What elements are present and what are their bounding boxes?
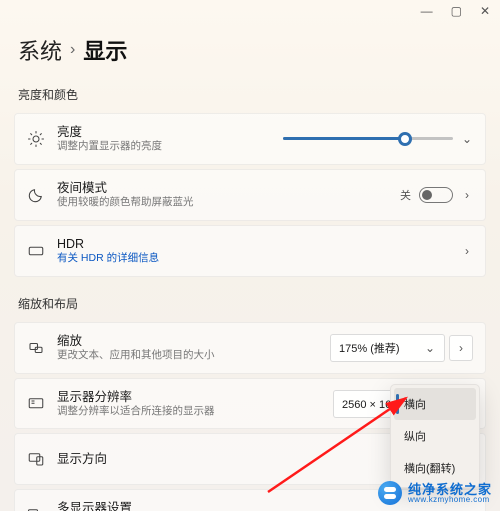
watermark-url: www.kzmyhome.com — [408, 496, 492, 504]
night-light-label: 夜间模式 — [57, 180, 388, 196]
orientation-dropdown: 横向 纵向 横向(翻转) — [390, 384, 480, 488]
row-hdr[interactable]: HDR 有关 HDR 的详细信息 › — [14, 225, 486, 277]
scale-icon — [27, 339, 45, 357]
close-button[interactable]: ✕ — [480, 4, 490, 18]
chevron-right-icon[interactable]: › — [461, 245, 473, 257]
scale-value: 175% (推荐) — [339, 340, 400, 356]
minimize-button[interactable]: — — [421, 4, 433, 18]
brightness-slider[interactable] — [283, 131, 453, 147]
multi-display-icon — [27, 506, 45, 511]
maximize-button[interactable]: ▢ — [451, 4, 462, 18]
hdr-link[interactable]: 有关 HDR 的详细信息 — [57, 252, 449, 266]
row-scale[interactable]: 缩放 更改文本、应用和其他项目的大小 175% (推荐) ⌄ › — [14, 322, 486, 374]
scale-label: 缩放 — [57, 333, 318, 349]
resolution-subtitle: 调整分辨率以适合所连接的显示器 — [57, 405, 321, 419]
page-title: 显示 — [83, 34, 127, 66]
orientation-option-landscape[interactable]: 横向 — [394, 388, 476, 420]
watermark-title: 纯净系统之家 — [408, 483, 492, 496]
resolution-label: 显示器分辨率 — [57, 389, 321, 405]
brightness-subtitle: 调整内置显示器的亮度 — [57, 140, 271, 154]
toggle-state-label: 关 — [400, 187, 411, 203]
hdr-label: HDR — [57, 236, 449, 252]
scale-subtitle: 更改文本、应用和其他项目的大小 — [57, 349, 318, 363]
chevron-right-icon: › — [70, 41, 75, 59]
night-light-icon — [27, 186, 45, 204]
chevron-down-icon: ⌄ — [424, 342, 436, 354]
night-light-toggle[interactable] — [419, 187, 453, 203]
night-light-subtitle: 使用较暖的颜色帮助屏蔽蓝光 — [57, 196, 388, 210]
breadcrumb-parent[interactable]: 系统 — [18, 34, 62, 66]
orientation-option-landscape-flipped[interactable]: 横向(翻转) — [394, 452, 476, 484]
hdr-icon — [27, 242, 45, 260]
brightness-label: 亮度 — [57, 124, 271, 140]
watermark-logo-icon — [378, 481, 402, 505]
row-night-light[interactable]: 夜间模式 使用较暖的颜色帮助屏蔽蓝光 关 › — [14, 169, 486, 221]
scale-detail-button[interactable]: › — [449, 335, 473, 361]
watermark: 纯净系统之家 www.kzmyhome.com — [378, 481, 492, 505]
section-brightness-color: 亮度和颜色 — [0, 80, 500, 109]
chevron-right-icon[interactable]: › — [461, 189, 473, 201]
brightness-icon — [27, 130, 45, 148]
orientation-option-portrait[interactable]: 纵向 — [394, 420, 476, 452]
scale-select[interactable]: 175% (推荐) ⌄ — [330, 334, 445, 362]
chevron-down-icon[interactable]: ⌄ — [461, 133, 473, 145]
resolution-icon — [27, 395, 45, 413]
orientation-icon — [27, 450, 45, 468]
section-scale-layout: 缩放和布局 — [0, 281, 500, 318]
window-controls: — ▢ ✕ — [411, 0, 500, 22]
row-brightness[interactable]: 亮度 调整内置显示器的亮度 ⌄ — [14, 113, 486, 165]
